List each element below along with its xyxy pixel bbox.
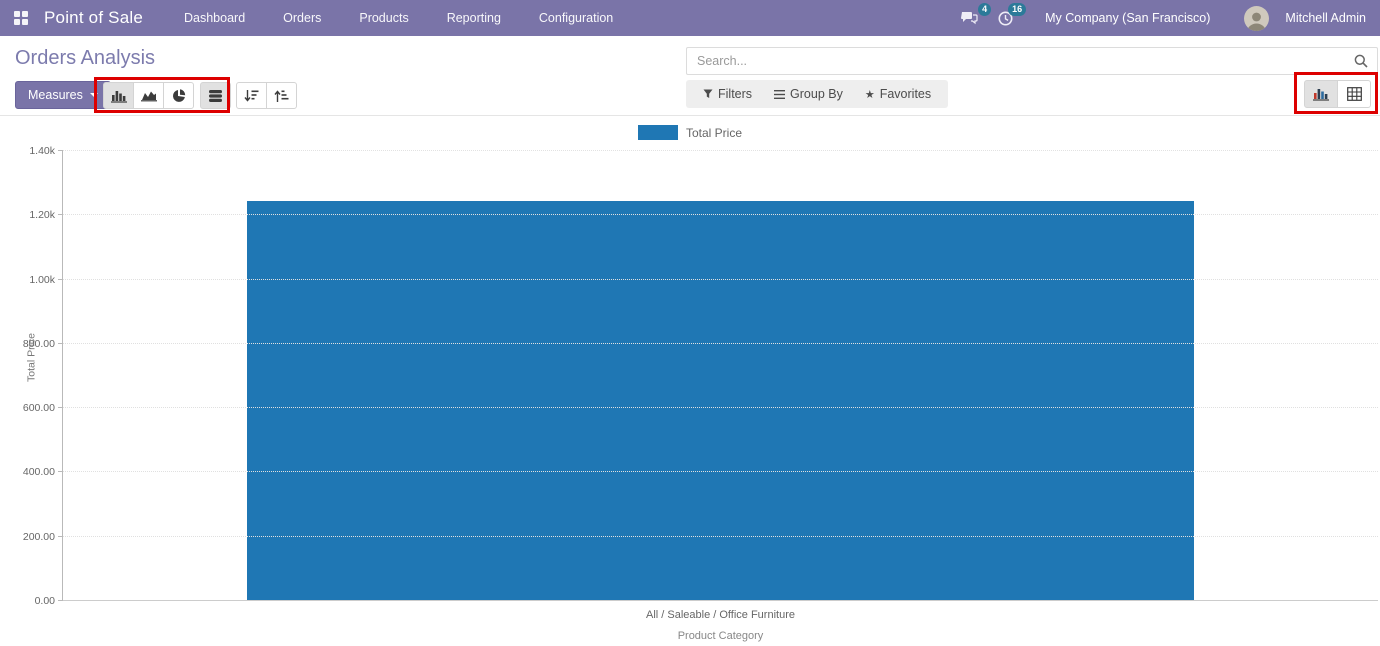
messages-button[interactable]: 4: [955, 7, 984, 29]
y-tick-mark: [58, 600, 63, 601]
sort-asc-icon: [274, 89, 289, 103]
y-tick-mark: [58, 279, 63, 280]
nav-item-dashboard[interactable]: Dashboard: [165, 0, 264, 36]
search-icon[interactable]: [1345, 54, 1377, 68]
gridline: [63, 214, 1378, 215]
y-tick-label: 1.20k: [29, 209, 55, 221]
legend-item-total-price[interactable]: Total Price: [0, 125, 1380, 140]
legend-label: Total Price: [686, 126, 742, 140]
x-axis-title: Product Category: [63, 630, 1378, 642]
chart-type-group: [103, 82, 194, 109]
area-chart-icon: [141, 89, 157, 102]
control-panel: Orders Analysis Measures: [0, 36, 1380, 116]
activities-button[interactable]: 16: [992, 7, 1019, 30]
plot-area: Total Price All / Saleable / Office Furn…: [62, 150, 1378, 601]
bar-chart-icon: [111, 89, 127, 103]
y-tick-mark: [58, 407, 63, 408]
measures-button[interactable]: Measures: [15, 81, 111, 109]
view-switcher: [1304, 80, 1371, 108]
funnel-icon: [703, 89, 713, 99]
stacked-bars-icon: [208, 89, 223, 103]
app-brand[interactable]: Point of Sale: [44, 8, 143, 28]
chat-bubbles-icon: [961, 11, 978, 25]
y-tick-mark: [58, 343, 63, 344]
chart-type-pie-button[interactable]: [163, 82, 194, 109]
messages-badge: 4: [978, 3, 991, 16]
legend-swatch: [638, 125, 678, 140]
chart-type-line-button[interactable]: [133, 82, 164, 109]
y-tick-mark: [58, 150, 63, 151]
x-tick-label: All / Saleable / Office Furniture: [63, 609, 1378, 621]
search-box: [686, 47, 1378, 75]
star-icon: ★: [865, 88, 875, 101]
sort-ascending-button[interactable]: [266, 82, 297, 109]
view-switcher-graph-button[interactable]: [1304, 80, 1338, 108]
gridline: [63, 471, 1378, 472]
y-tick-mark: [58, 471, 63, 472]
y-tick-label: 800.00: [23, 338, 55, 350]
user-menu[interactable]: Mitchell Admin: [1285, 11, 1366, 25]
y-tick-label: 1.00k: [29, 274, 55, 286]
nav-item-reporting[interactable]: Reporting: [428, 0, 520, 36]
search-panel-filters: Filters Group By ★ Favorites: [686, 80, 948, 108]
bars-icon: [774, 90, 785, 99]
stacked-group: [200, 82, 231, 109]
measures-label: Measures: [28, 88, 83, 102]
gridline: [63, 536, 1378, 537]
nav-item-orders[interactable]: Orders: [264, 0, 340, 36]
y-tick-label: 200.00: [23, 531, 55, 543]
nav-menu: Dashboard Orders Products Reporting Conf…: [165, 0, 632, 36]
activities-badge: 16: [1008, 3, 1026, 16]
y-tick-label: 0.00: [35, 595, 55, 607]
filters-button[interactable]: Filters: [692, 80, 763, 108]
page-title: Orders Analysis: [15, 47, 155, 70]
group-by-button[interactable]: Group By: [763, 80, 854, 108]
nav-item-products[interactable]: Products: [340, 0, 427, 36]
y-tick-label: 1.40k: [29, 145, 55, 157]
person-icon: [1244, 9, 1269, 31]
gridline: [63, 343, 1378, 344]
y-tick-mark: [58, 536, 63, 537]
stacked-toggle-button[interactable]: [200, 82, 231, 109]
sort-descending-button[interactable]: [236, 82, 267, 109]
navbar-right: 4 16 My Company (San Francisco) Mitchell…: [955, 6, 1380, 31]
bar-total-price[interactable]: [247, 201, 1194, 601]
pie-chart-icon: [172, 89, 186, 103]
graph-view-icon: [1313, 87, 1329, 101]
gridline: [63, 279, 1378, 280]
favorites-button[interactable]: ★ Favorites: [854, 80, 942, 108]
avatar[interactable]: [1244, 6, 1269, 31]
y-tick-label: 600.00: [23, 402, 55, 414]
gridline: [63, 407, 1378, 408]
caret-down-icon: [90, 93, 98, 97]
search-input[interactable]: [687, 54, 1345, 68]
view-switcher-pivot-button[interactable]: [1337, 80, 1371, 108]
pivot-view-icon: [1347, 87, 1362, 101]
chart-type-bar-button[interactable]: [103, 82, 134, 109]
x-axis-line: [63, 600, 1378, 601]
sort-desc-icon: [244, 89, 259, 103]
nav-item-configuration[interactable]: Configuration: [520, 0, 632, 36]
y-tick-mark: [58, 214, 63, 215]
sort-group: [236, 82, 297, 109]
navbar: Point of Sale Dashboard Orders Products …: [0, 0, 1380, 36]
y-tick-label: 400.00: [23, 466, 55, 478]
apps-menu-icon[interactable]: [14, 11, 29, 26]
chart-area: Total Price Total Price All / Saleable /…: [0, 116, 1380, 646]
company-switcher[interactable]: My Company (San Francisco): [1045, 11, 1210, 25]
